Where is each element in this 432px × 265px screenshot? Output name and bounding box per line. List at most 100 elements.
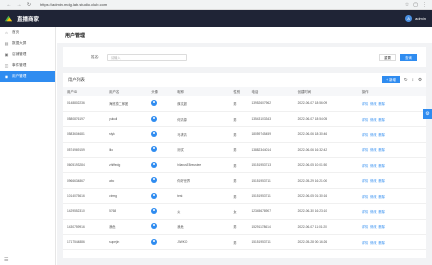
app-title: 直播商家 [17,16,40,23]
phone-cell: 15151953711 [247,234,294,251]
avatar-cell [147,234,174,251]
avatar [151,223,158,230]
phone-cell: 15151953711 [247,172,294,189]
phone-cell: 18059745459 [247,126,294,143]
detail-link[interactable]: 详情 [362,102,368,106]
column-header: 操作 [357,87,426,96]
plus-icon: + [386,77,389,82]
phone-cell: 13952607962 [247,96,294,112]
sidebar-item-users[interactable]: ◉ 用户管理 [0,71,55,82]
user-menu[interactable]: A admin [405,15,426,22]
table-row: 1430759916 我危 我危男 15291178614 2022-06-07 11:… [63,219,426,236]
add-button[interactable]: + 新增 [382,76,400,83]
nickname-cell: 薛文超 [173,96,230,112]
detail-link[interactable]: 详情 [362,241,368,245]
created-time-cell: 2022-06-06 18:30:46 [293,126,358,143]
delete-link[interactable]: 删除 [379,195,385,199]
gender-cell: 男 [229,157,248,174]
extensions-icon[interactable]: ▢ [413,2,418,8]
user-name[interactable]: admin [415,16,426,21]
menu-icon[interactable]: ⋮ [422,2,427,8]
sidebar-item-events[interactable]: ◫ 事件管理 [0,60,55,71]
delete-link[interactable]: 删除 [379,118,385,122]
avatar-cell [147,126,174,143]
density-icon[interactable]: ↕ [412,77,414,82]
gender-cell: 男 [229,142,248,159]
sidebar-item-shops[interactable]: ▣ 店铺管理 [0,49,55,60]
sidebar-item-home[interactable]: ⌂ 首页 [0,27,55,38]
floating-settings-icon[interactable]: ⚙ [423,109,432,119]
delete-link[interactable]: 删除 [379,179,385,183]
detail-link[interactable]: 详情 [362,118,368,122]
sidebar-item-label: 事件管理 [12,63,27,67]
delete-link[interactable]: 删除 [379,148,385,152]
actions-cell: 详情 修改 删除 [357,234,426,251]
edit-link[interactable]: 修改 [370,195,376,199]
delete-link[interactable]: 删除 [379,210,385,214]
avatar [151,177,158,184]
refresh-icon[interactable]: ↻ [404,77,408,83]
edit-link[interactable]: 修改 [370,148,376,152]
column-header: 创建时间 [293,87,358,96]
address-bar[interactable]: https://admin.mdg.lab.studio.club.com [40,2,107,7]
nickname-cell: JIWKO [173,234,230,251]
main-content: 用户管理 姓名: 请输入 重置 查询 用户列表 + 新增 ↻ ↕ ⚙ 用户ID [57,27,432,265]
collapse-icon[interactable]: ☰ [4,257,8,263]
actions-cell: 详情 修改 删除 [357,96,426,112]
edit-link[interactable]: 修改 [370,102,376,106]
name-filter-label: 姓名: [91,54,100,59]
detail-link[interactable]: 详情 [362,195,368,199]
delete-link[interactable]: 删除 [379,164,385,168]
user-list-panel: 用户列表 + 新增 ↻ ↕ ⚙ 用户ID 用户名 头像 昵称 性别 电话 创建时… [63,73,426,258]
edit-link[interactable]: 修改 [370,164,376,168]
delete-link[interactable]: 删除 [379,241,385,245]
detail-link[interactable]: 详情 [362,225,368,229]
username-cell: 海底捞二郎团 [105,96,148,112]
table-row: 0605193284 zhiffedg hilarusE8reustee 男 15151… [63,157,426,174]
avatar-cell [147,188,174,205]
sidebar-item-dashboard[interactable]: ▤ 数据大屏 [0,38,55,49]
actions-cell: 详情 修改 删除 [357,157,426,174]
forward-icon[interactable]: → [16,2,22,8]
detail-link[interactable]: 详情 [362,133,368,137]
avatar-cell [147,172,174,189]
reload-icon[interactable]: ↻ [26,2,32,8]
star-icon[interactable]: ☆ [405,2,409,8]
avatar [151,146,158,153]
avatar [151,207,158,214]
edit-link[interactable]: 修改 [370,118,376,122]
delete-link[interactable]: 删除 [379,133,385,137]
nickname-cell: 马求清 [173,126,230,143]
user-id-cell: 0605193284 [63,157,106,174]
user-id-cell: 1430759916 [63,219,106,236]
gender-cell: 男 [229,234,248,251]
back-icon[interactable]: ← [6,2,12,8]
avatar [151,99,158,106]
sidebar-item-label: 用户管理 [12,74,27,78]
edit-link[interactable]: 修改 [370,133,376,137]
query-button[interactable]: 查询 [400,53,417,61]
avatar-cell [147,142,174,159]
avatar [151,238,158,245]
user-id-cell: 1014075616 [63,188,106,205]
column-header: 性别 [229,87,248,96]
detail-link[interactable]: 详情 [362,179,368,183]
edit-link[interactable]: 修改 [370,241,376,245]
edit-link[interactable]: 修改 [370,179,376,183]
edit-link[interactable]: 修改 [370,225,376,229]
detail-link[interactable]: 详情 [362,164,368,168]
avatar [151,115,158,122]
delete-link[interactable]: 删除 [379,102,385,106]
edit-link[interactable]: 修改 [370,210,376,214]
detail-link[interactable]: 详情 [362,148,368,152]
detail-link[interactable]: 详情 [362,210,368,214]
settings-icon[interactable]: ⚙ [418,77,422,83]
name-input[interactable]: 请输入 [107,53,187,61]
actions-cell: 详情 修改 删除 [357,142,426,159]
home-icon: ⌂ [5,30,8,35]
avatar[interactable]: A [405,15,413,22]
reset-button[interactable]: 重置 [379,53,396,61]
user-id-cell: 1717544886 [63,234,106,251]
delete-link[interactable]: 删除 [379,225,385,229]
user-id-cell: 0583604681 [63,126,106,143]
